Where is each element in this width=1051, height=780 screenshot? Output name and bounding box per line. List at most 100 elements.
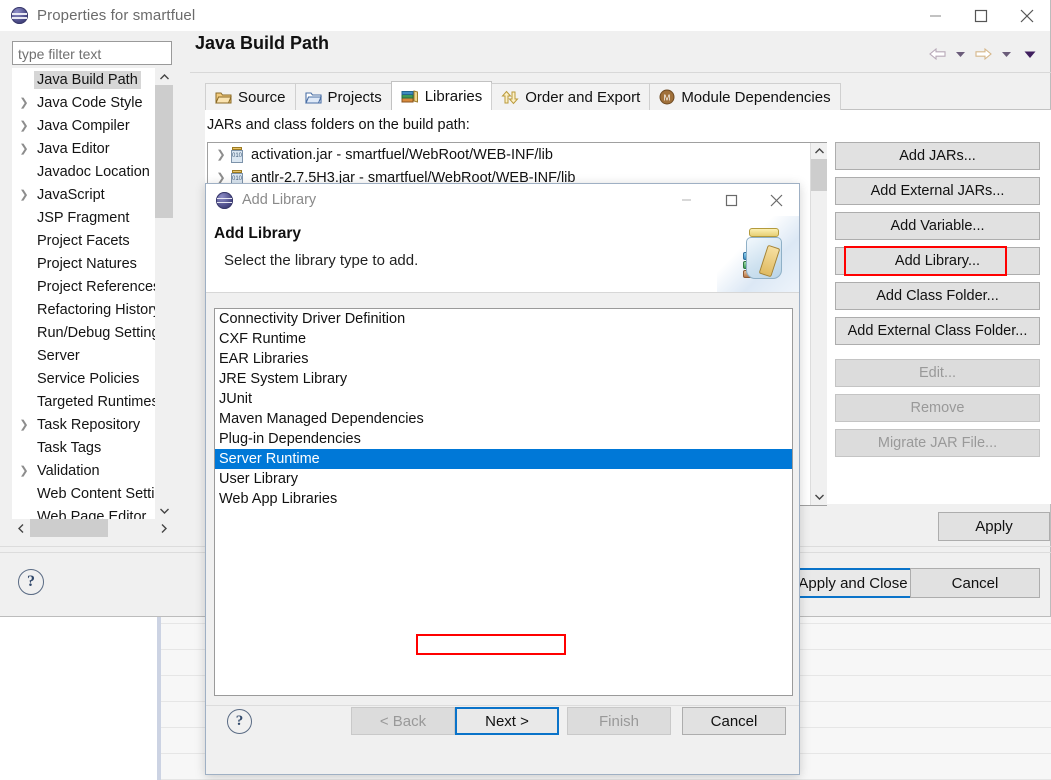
tab-libraries[interactable]: Libraries [390,81,493,110]
sidebar-item-task-repository[interactable]: ❯ Task Repository [12,413,173,436]
library-type-user-library[interactable]: User Library [215,469,792,489]
sidebar-item-refactoring-history[interactable]: Refactoring History [12,298,173,321]
preferences-tree[interactable]: Java Build Path ❯ Java Code Style ❯ Java Com… [12,68,173,536]
sidebar-item-project-references[interactable]: Project References [12,275,173,298]
next-button[interactable]: Next > [455,707,559,735]
chevron-right-icon[interactable]: ❯ [212,148,230,161]
back-arrow-icon[interactable] [927,44,948,64]
chevron-down-icon[interactable] [155,502,173,519]
module-icon: M [659,89,675,105]
add-variable-button[interactable]: Add Variable... [835,212,1040,240]
add-external-jars-button[interactable]: Add External JARs... [835,177,1040,205]
jar-label: activation.jar - smartfuel/WebRoot/WEB-I… [251,146,553,163]
sidebar-item-server[interactable]: Server [12,344,173,367]
sidebar-item-jsp-fragment[interactable]: JSP Fragment [12,206,173,229]
help-icon[interactable]: ? [18,569,44,595]
tab-label: Order and Export [525,88,641,106]
minimize-icon[interactable] [664,184,709,216]
help-icon[interactable]: ? [227,709,252,734]
sidebar-item-run-debug-settings[interactable]: Run/Debug Settings [12,321,173,344]
sidebar-item-label: Run/Debug Settings [37,324,167,341]
add-class-folder-button[interactable]: Add Class Folder... [835,282,1040,310]
sidebar-item-java-editor[interactable]: ❯ Java Editor [12,137,173,160]
add-external-class-folder-button[interactable]: Add External Class Folder... [835,317,1040,345]
chevron-right-icon[interactable]: ❯ [14,188,34,201]
tab-projects[interactable]: Projects [294,83,392,110]
sidebar-item-label: Java Compiler [37,117,130,134]
tab-module-dependencies[interactable]: M Module Dependencies [649,83,841,110]
tree-horizontal-scrollbar[interactable] [12,519,173,537]
tab-source[interactable]: Source [205,83,296,110]
chevron-right-icon[interactable] [155,519,173,537]
sidebar-item-task-tags[interactable]: Task Tags [12,436,173,459]
tab-order-and-export[interactable]: Order and Export [491,83,651,110]
sidebar-item-project-facets[interactable]: Project Facets [12,229,173,252]
sidebar-item-project-natures[interactable]: Project Natures [12,252,173,275]
chevron-up-icon[interactable] [155,68,173,85]
sidebar-item-java-build-path[interactable]: Java Build Path [12,68,173,91]
sidebar-item-label: JavaScript [37,186,105,203]
forward-arrow-icon[interactable] [973,44,994,64]
tree-hscroll-thumb[interactable] [30,519,108,537]
library-type-server-runtime[interactable]: Server Runtime [215,449,792,469]
library-type-web-app-libraries[interactable]: Web App Libraries [215,489,792,509]
library-type-junit[interactable]: JUnit [215,389,792,409]
view-menu-icon[interactable] [1019,44,1040,64]
tree-scroll-thumb[interactable] [155,85,173,218]
close-icon[interactable] [1004,0,1050,31]
sidebar-item-javadoc-location[interactable]: Javadoc Location [12,160,173,183]
library-type-connectivity-driver-definition[interactable]: Connectivity Driver Definition [215,309,792,329]
cancel-button[interactable]: Cancel [910,568,1040,598]
library-type-plug-in-dependencies[interactable]: Plug-in Dependencies [215,429,792,449]
library-type-cxf-runtime[interactable]: CXF Runtime [215,329,792,349]
chevron-right-icon[interactable]: ❯ [14,418,34,431]
search-input[interactable]: type filter text [12,41,172,65]
build-path-actions: Add JARs... Add External JARs... Add Varia… [835,142,1040,464]
add-library-button[interactable]: Add Library... [835,247,1040,275]
sidebar-item-javascript[interactable]: ❯ JavaScript [12,183,173,206]
back-button[interactable]: < Back [351,707,455,735]
chevron-right-icon[interactable]: ❯ [14,142,34,155]
library-type-ear-libraries[interactable]: EAR Libraries [215,349,792,369]
jars-scroll-thumb[interactable] [811,159,827,191]
chevron-up-icon[interactable] [811,143,827,159]
maximize-icon[interactable] [709,184,754,216]
jar-file-icon: 010 [230,146,244,163]
jar-list-item[interactable]: ❯ 010 activation.jar - smartfuel/WebRoot/W… [208,143,826,166]
library-type-maven-managed-dependencies[interactable]: Maven Managed Dependencies [215,409,792,429]
sidebar-item-java-compiler[interactable]: ❯ Java Compiler [12,114,173,137]
finish-button[interactable]: Finish [567,707,671,735]
maximize-icon[interactable] [958,0,1004,31]
dialog-heading: Add Library [214,225,301,242]
chevron-right-icon[interactable]: ❯ [14,96,34,109]
library-type-jre-system-library[interactable]: JRE System Library [215,369,792,389]
dialog-cancel-button[interactable]: Cancel [682,707,786,735]
library-type-list[interactable]: Connectivity Driver Definition CXF Runtim… [214,308,793,696]
libraries-books-icon [401,89,419,104]
sidebar-item-label: Javadoc Location [37,163,150,180]
migrate-jar-file-button: Migrate JAR File... [835,429,1040,457]
back-dropdown-icon[interactable] [950,44,971,64]
sidebar-item-service-policies[interactable]: Service Policies [12,367,173,390]
add-jars-button[interactable]: Add JARs... [835,142,1040,170]
close-icon[interactable] [754,184,799,216]
chevron-left-icon[interactable] [12,519,30,537]
chevron-down-icon[interactable] [811,489,827,505]
chevron-right-icon[interactable]: ❯ [14,464,34,477]
sidebar-item-label: Java Editor [37,140,110,157]
sidebar-item-targeted-runtimes[interactable]: Targeted Runtimes [12,390,173,413]
apply-and-close-button[interactable]: Apply and Close [789,568,917,598]
sidebar-item-label: Targeted Runtimes [37,393,159,410]
sidebar-item-validation[interactable]: ❯ Validation [12,459,173,482]
sidebar-item-label: Web Content Settings [37,485,173,502]
tree-vertical-scrollbar[interactable] [155,68,173,519]
sidebar-item-java-code-style[interactable]: ❯ Java Code Style [12,91,173,114]
chevron-right-icon[interactable]: ❯ [14,119,34,132]
jars-vertical-scrollbar[interactable] [810,143,827,505]
apply-button[interactable]: Apply [938,512,1050,541]
eclipse-icon [216,191,233,209]
sidebar-item-web-content-settings[interactable]: Web Content Settings [12,482,173,505]
minimize-icon[interactable] [912,0,958,31]
forward-dropdown-icon[interactable] [996,44,1017,64]
order-export-icon [501,90,519,105]
